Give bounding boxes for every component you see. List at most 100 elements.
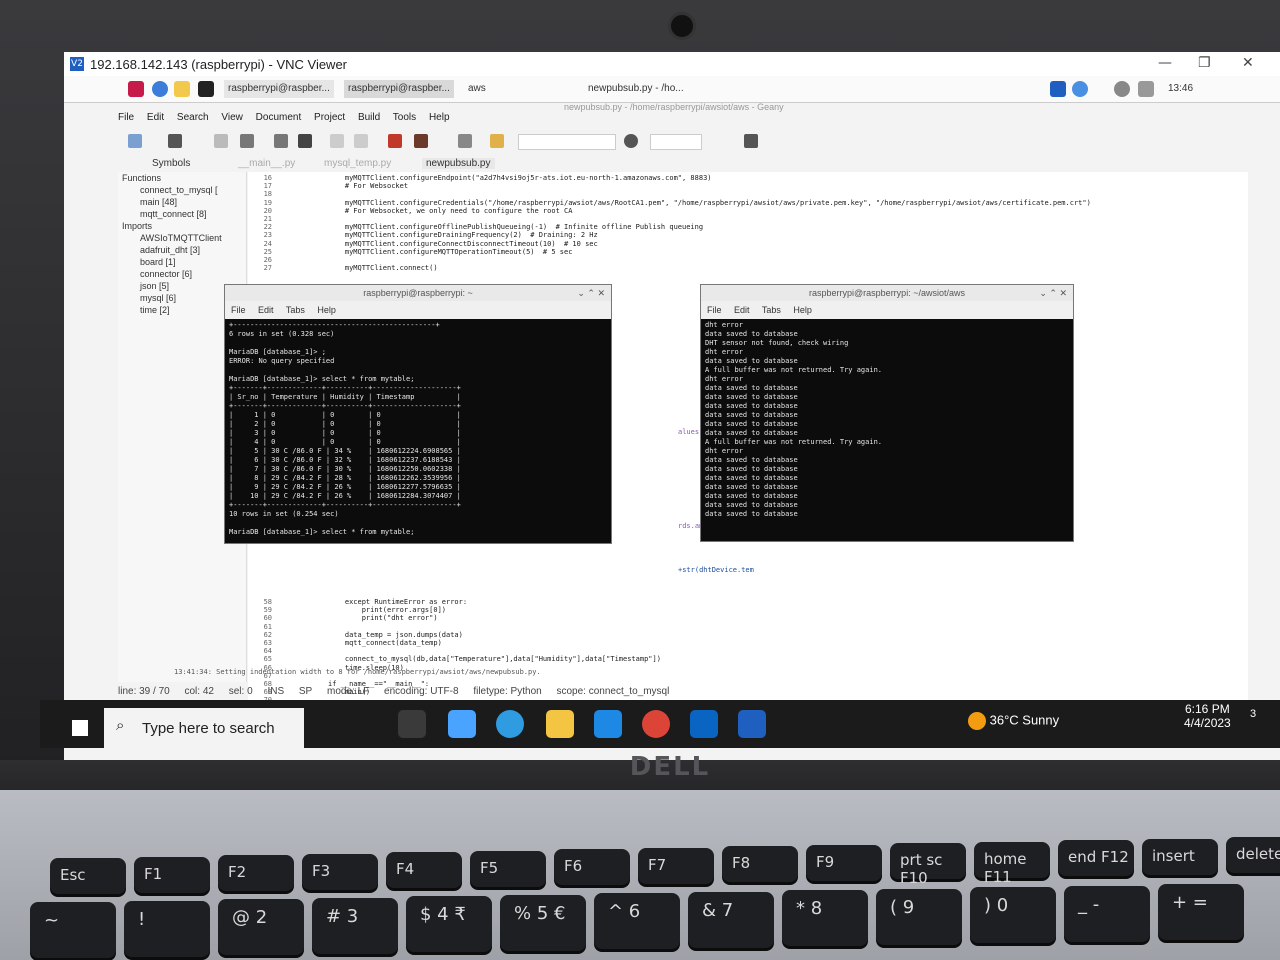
symbol-item[interactable]: connector [6]: [118, 268, 246, 280]
vnc-window-title: 192.168.142.143 (raspberrypi) - VNC View…: [90, 57, 348, 72]
terminal-icon[interactable]: [198, 81, 214, 97]
windows-start-icon[interactable]: [72, 720, 88, 736]
menu-file[interactable]: File: [118, 112, 134, 123]
keyboard-key: ( 9: [876, 888, 962, 945]
terminal-window-mariadb[interactable]: raspberrypi@raspberrypi: ~ ⌄ ⌃ ✕ File Ed…: [224, 284, 612, 544]
term-menu-tabs[interactable]: Tabs: [762, 305, 781, 315]
store-icon[interactable]: [448, 710, 476, 738]
menu-tools[interactable]: Tools: [393, 112, 416, 123]
back-icon[interactable]: [330, 134, 344, 148]
notification-badge[interactable]: 3: [1250, 708, 1256, 720]
forward-icon[interactable]: [354, 134, 368, 148]
close-icon[interactable]: ✕: [1242, 55, 1254, 71]
maximize-icon[interactable]: ❐: [1198, 55, 1211, 71]
geany-window-title: newpubsub.py - /home/raspberrypi/awsiot/…: [564, 102, 784, 112]
vnc-tray-icon[interactable]: [1050, 81, 1066, 97]
status-ins: INS: [267, 686, 285, 697]
terminal-window-controls-icon[interactable]: ⌄ ⌃ ✕: [1039, 285, 1067, 301]
symbol-group-functions[interactable]: Functions: [118, 172, 246, 184]
vnc-viewer-icon[interactable]: [738, 710, 766, 738]
task-geany[interactable]: newpubsub.py - /ho...: [584, 80, 688, 98]
minimize-icon[interactable]: —: [1158, 55, 1172, 71]
task-files-aws[interactable]: aws: [464, 80, 490, 98]
tab-mysql-temp[interactable]: mysql_temp.py: [324, 158, 391, 169]
symbol-item[interactable]: board [1]: [118, 256, 246, 268]
open-file-icon[interactable]: [168, 134, 182, 148]
symbol-item[interactable]: adafruit_dht [3]: [118, 244, 246, 256]
sidebar-tab-symbols[interactable]: Symbols: [152, 158, 190, 169]
tab-newpubsub[interactable]: newpubsub.py: [422, 158, 495, 169]
clock-date: 4/4/2023: [1184, 716, 1231, 730]
execute-icon[interactable]: [458, 134, 472, 148]
keyboard-key: # 3: [312, 897, 398, 954]
close-file-icon[interactable]: [298, 134, 312, 148]
reload-icon[interactable]: [274, 134, 288, 148]
files-icon[interactable]: [174, 81, 190, 97]
status-encoding: encoding: UTF-8: [384, 686, 459, 697]
outlook-icon[interactable]: [690, 710, 718, 738]
keyboard-key: ) 0: [970, 887, 1056, 943]
menu-document[interactable]: Document: [256, 112, 302, 123]
menu-build[interactable]: Build: [358, 112, 380, 123]
menu-project[interactable]: Project: [314, 112, 345, 123]
mail-icon[interactable]: [594, 710, 622, 738]
laptop-screen: V2 192.168.142.143 (raspberrypi) - VNC V…: [64, 52, 1280, 762]
tab-main[interactable]: __main__.py: [238, 158, 295, 169]
weather-widget[interactable]: 36°C Sunny: [968, 712, 1059, 730]
task-view-icon[interactable]: [398, 710, 426, 738]
term-menu-tabs[interactable]: Tabs: [286, 305, 305, 315]
terminal-window-awsiot[interactable]: raspberrypi@raspberrypi: ~/awsiot/aws ⌄ …: [700, 284, 1074, 542]
symbol-item[interactable]: AWSIoTMQTTClient: [118, 232, 246, 244]
raspberry-menu-icon[interactable]: [128, 81, 144, 97]
goto-line-input[interactable]: [650, 134, 702, 150]
color-chooser-icon[interactable]: [490, 134, 504, 148]
vnc-logo-icon: V2: [70, 57, 84, 71]
term-menu-help[interactable]: Help: [317, 305, 336, 315]
menu-help[interactable]: Help: [429, 112, 450, 123]
windows-search-box[interactable]: ⌕ Type here to search: [104, 708, 304, 748]
keyboard-key: F3: [302, 853, 378, 890]
terminal-title: raspberrypi@raspberrypi: ~: [363, 288, 473, 298]
pi-clock: 13:46: [1168, 83, 1194, 94]
quit-icon[interactable]: [744, 134, 758, 148]
search-icon[interactable]: [624, 134, 638, 148]
terminal-window-controls-icon[interactable]: ⌄ ⌃ ✕: [577, 285, 605, 301]
save-icon[interactable]: [214, 134, 228, 148]
menu-view[interactable]: View: [221, 112, 243, 123]
system-clock[interactable]: 6:16 PM 4/4/2023: [1184, 702, 1231, 730]
edge-icon[interactable]: [496, 710, 524, 738]
save-all-icon[interactable]: [240, 134, 254, 148]
symbol-group-imports[interactable]: Imports: [118, 220, 246, 232]
term-menu-file[interactable]: File: [707, 305, 722, 315]
task-terminal-2[interactable]: raspberrypi@raspber...: [344, 80, 454, 98]
bluetooth-icon[interactable]: [1072, 81, 1088, 97]
term-menu-edit[interactable]: Edit: [734, 305, 750, 315]
new-file-icon[interactable]: [128, 134, 142, 148]
symbol-item[interactable]: main [48]: [118, 196, 246, 208]
keyboard-key: & 7: [688, 891, 774, 948]
term-menu-help[interactable]: Help: [793, 305, 812, 315]
symbol-item[interactable]: mqtt_connect [8]: [118, 208, 246, 220]
build-icon[interactable]: [414, 134, 428, 148]
file-explorer-icon[interactable]: [546, 710, 574, 738]
menu-search[interactable]: Search: [177, 112, 209, 123]
status-filetype: filetype: Python: [473, 686, 542, 697]
code-block-top: myMQTTClient.configureEndpoint("a2d7h4vs…: [344, 174, 1091, 273]
task-terminal-1[interactable]: raspberrypi@raspber...: [224, 80, 334, 98]
chrome-icon[interactable]: [642, 710, 670, 738]
term-menu-edit[interactable]: Edit: [258, 305, 274, 315]
menu-edit[interactable]: Edit: [147, 112, 164, 123]
keyboard-key: $ 4 ₹: [406, 896, 492, 952]
term-menu-file[interactable]: File: [231, 305, 246, 315]
keyboard-key: home F11: [974, 841, 1050, 886]
search-input[interactable]: [518, 134, 616, 150]
keyboard-key: delete: [1226, 837, 1280, 873]
browser-icon[interactable]: [152, 81, 168, 97]
status-sel: sel: 0: [228, 686, 253, 697]
keyboard-key: Esc: [50, 858, 126, 894]
terminal-title-bar: raspberrypi@raspberrypi: ~/awsiot/aws ⌄ …: [701, 285, 1073, 301]
volume-icon[interactable]: [1138, 81, 1154, 97]
symbol-item[interactable]: connect_to_mysql [: [118, 184, 246, 196]
compile-icon[interactable]: [388, 134, 402, 148]
wifi-icon[interactable]: [1114, 81, 1130, 97]
